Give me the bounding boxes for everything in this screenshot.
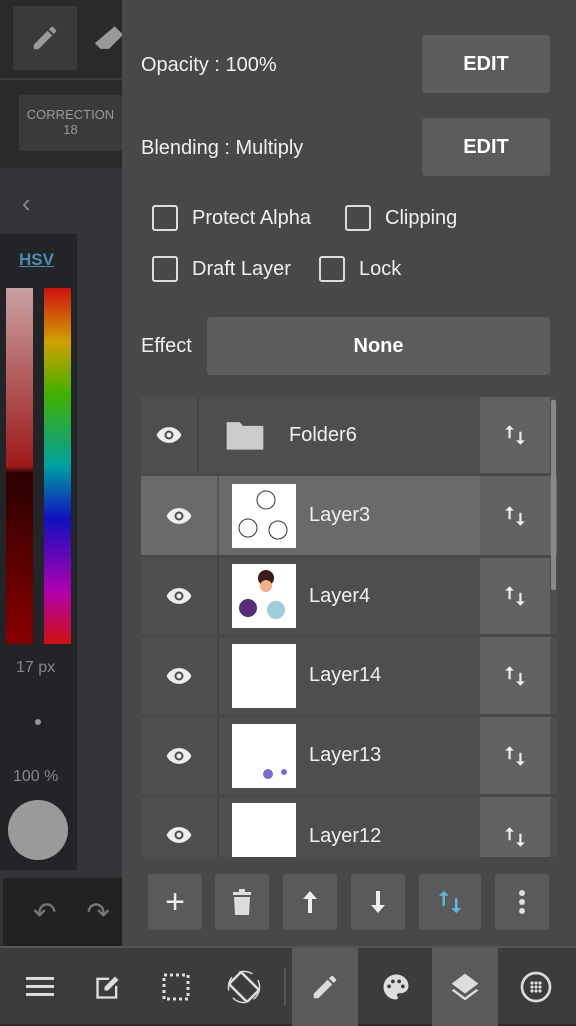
swap-arrows-icon — [502, 503, 528, 529]
layer-row-layer4[interactable]: Layer4 — [141, 558, 557, 637]
undo-icon[interactable]: ↶ — [33, 896, 56, 929]
folder-icon — [226, 422, 264, 450]
menu-icon — [26, 977, 54, 996]
layer-list-scrollbar[interactable] — [551, 400, 556, 590]
layer-thumbnail — [232, 723, 296, 788]
color-button[interactable] — [364, 948, 428, 1026]
more-vertical-icon — [519, 890, 525, 914]
menu-button[interactable] — [8, 948, 72, 1026]
layer-name: Folder6 — [289, 423, 357, 446]
lock-checkbox[interactable]: Lock — [319, 256, 401, 282]
more-options-button[interactable] — [495, 874, 549, 930]
pen-tool-button[interactable] — [13, 6, 77, 70]
hsv-tab[interactable]: HSV — [19, 250, 54, 270]
redo-icon[interactable]: ↷ — [86, 896, 109, 929]
rotate-canvas-button[interactable] — [212, 948, 276, 1026]
move-layer-handle[interactable] — [480, 637, 550, 714]
add-layer-button[interactable]: + — [148, 874, 202, 930]
palette-icon — [383, 974, 409, 1000]
layer-name: Layer3 — [309, 504, 371, 526]
move-layer-up-button[interactable] — [283, 874, 337, 930]
layers-button[interactable] — [432, 948, 498, 1026]
eye-icon[interactable] — [155, 426, 183, 444]
eye-icon[interactable] — [165, 587, 193, 605]
clipping-checkbox[interactable]: Clipping — [345, 205, 457, 231]
layer-thumbnail — [232, 803, 296, 857]
layer-name: Layer13 — [309, 744, 382, 766]
blending-edit-button[interactable]: EDIT — [422, 118, 550, 176]
layer-thumbnail — [232, 564, 296, 628]
swap-arrows-icon — [502, 583, 528, 609]
move-layer-handle[interactable] — [480, 797, 550, 857]
checkbox-label: Lock — [359, 257, 402, 280]
edit-square-icon — [96, 976, 119, 999]
swap-arrows-icon — [435, 887, 465, 917]
brush-size: 17 px — [16, 659, 56, 676]
correction-button[interactable]: CORRECTION 18 — [19, 95, 122, 151]
color-panel: HSV 17 px 100 % — [0, 234, 77, 870]
swap-arrows-icon — [502, 743, 528, 769]
selection-icon — [162, 973, 190, 1001]
blending-label: Blending : Multiply — [141, 137, 304, 159]
checkbox-label: Clipping — [385, 206, 458, 229]
arrow-down-icon — [371, 891, 385, 913]
move-layer-handle[interactable] — [480, 717, 550, 794]
reorder-layers-button[interactable] — [419, 874, 481, 930]
delete-layer-button[interactable] — [215, 874, 269, 930]
collapse-chevron-icon[interactable]: ‹ — [22, 188, 31, 219]
current-color-swatch[interactable] — [8, 800, 68, 860]
brush-button[interactable] — [292, 948, 358, 1026]
layer-row-layer3[interactable]: Layer3 — [141, 476, 557, 558]
brush-opacity: 100 % — [13, 768, 59, 785]
edit-button[interactable] — [76, 948, 140, 1026]
move-layer-down-button[interactable] — [351, 874, 405, 930]
swap-arrows-icon — [502, 422, 528, 448]
opacity-edit-button[interactable]: EDIT — [422, 35, 550, 93]
pencil-icon — [313, 975, 337, 999]
effect-select[interactable]: None — [207, 317, 550, 375]
left-tool-panel: CORRECTION 18 ‹ HSV 17 px 100 % ↶ ↷ — [0, 0, 122, 946]
layer-row-folder6[interactable]: Folder6 — [141, 397, 557, 476]
bottom-toolbar — [0, 946, 576, 1026]
arrow-up-icon — [303, 891, 317, 913]
eye-icon[interactable] — [165, 747, 193, 765]
layer-name: Layer12 — [309, 825, 382, 847]
effect-label: Effect — [141, 335, 192, 357]
layer-name: Layer14 — [309, 664, 382, 686]
layer-row-layer13[interactable]: Layer13 — [141, 717, 557, 797]
checkbox-label: Protect Alpha — [192, 206, 311, 229]
layers-icon — [451, 973, 479, 1001]
checkbox-label: Draft Layer — [192, 257, 291, 280]
move-layer-handle[interactable] — [480, 476, 550, 555]
layer-row-layer14[interactable]: Layer14 — [141, 637, 557, 717]
correction-label: CORRECTION — [26, 107, 115, 122]
layer-row-layer12[interactable]: Layer12 — [141, 797, 557, 857]
draft-layer-checkbox[interactable]: Draft Layer — [152, 256, 291, 282]
correction-value: 18 — [63, 122, 78, 137]
selection-button[interactable] — [144, 948, 208, 1026]
screen-rotation-icon — [227, 970, 261, 1004]
layer-thumbnail — [232, 483, 296, 548]
hue-slider[interactable] — [44, 288, 71, 644]
eraser-icon — [94, 26, 122, 49]
trash-icon — [233, 889, 251, 915]
pencil-icon — [33, 26, 57, 50]
eraser-tool-button[interactable] — [92, 22, 122, 56]
eye-icon[interactable] — [165, 826, 193, 844]
grid-circle-icon — [520, 971, 552, 1003]
protect-alpha-checkbox[interactable]: Protect Alpha — [152, 205, 311, 231]
saturation-slider[interactable] — [6, 288, 33, 644]
swap-arrows-icon — [502, 663, 528, 689]
swap-arrows-icon — [502, 824, 528, 850]
move-layer-handle[interactable] — [480, 558, 550, 634]
material-button[interactable] — [504, 948, 568, 1026]
plus-icon: + — [165, 882, 185, 921]
layer-name: Layer4 — [309, 584, 371, 607]
layer-thumbnail — [232, 643, 296, 708]
eye-icon[interactable] — [165, 667, 193, 685]
opacity-label: Opacity : 100% — [141, 54, 277, 76]
eye-icon[interactable] — [165, 507, 193, 525]
move-layer-handle[interactable] — [480, 397, 550, 473]
